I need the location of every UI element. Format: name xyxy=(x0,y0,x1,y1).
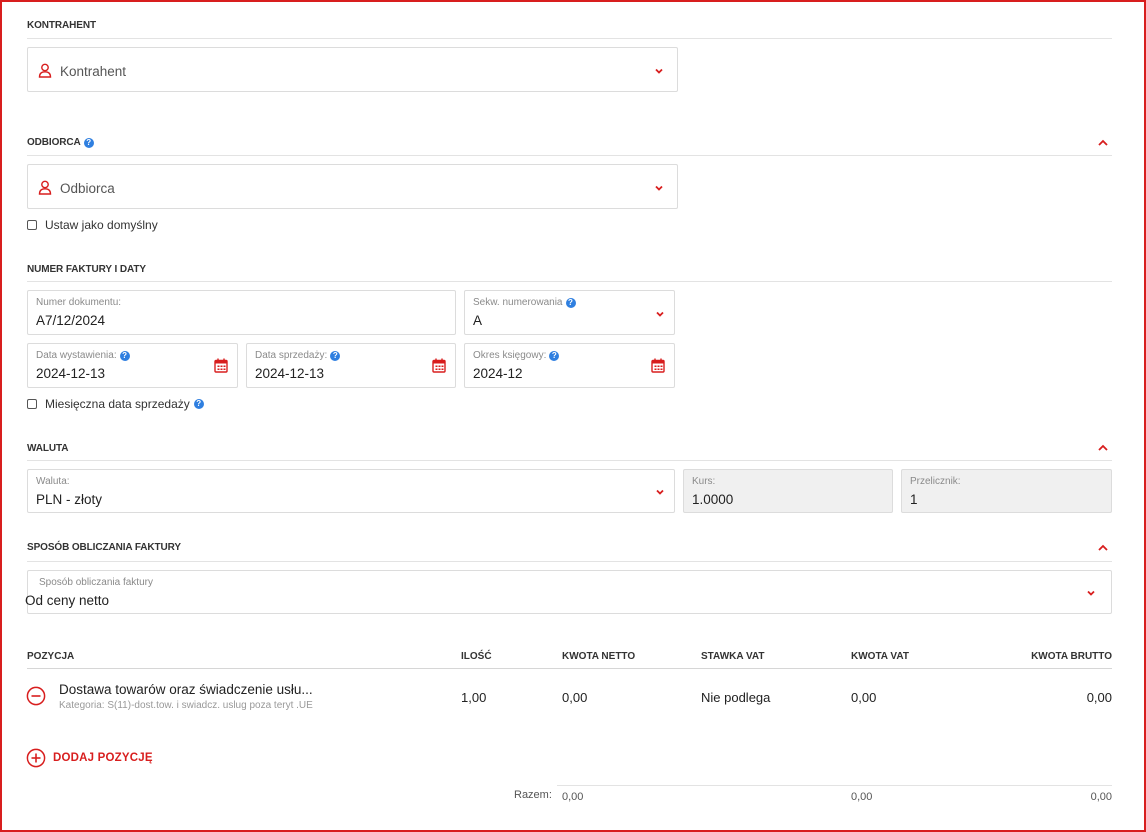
column-header-stawka: STAWKA VAT xyxy=(701,651,765,662)
chevron-down-icon[interactable] xyxy=(654,487,666,497)
okres-ksiegowy-label: Okres księgowy:? xyxy=(473,350,560,361)
data-wystawienia-field[interactable]: Data wystawienia:? 2024-12-13 xyxy=(27,343,238,388)
row-brutto: 0,00 xyxy=(1086,690,1112,705)
default-checkbox-label: Ustaw jako domyślny xyxy=(45,218,158,232)
kontrahent-placeholder: Kontrahent xyxy=(60,64,127,79)
divider xyxy=(27,460,1112,461)
table-row[interactable]: Dostawa towarów oraz świadczenie usłu...… xyxy=(0,672,1146,722)
row-netto: 0,00 xyxy=(562,690,588,705)
sposob-obliczania-select[interactable]: Sposób obliczania faktury Od ceny netto xyxy=(25,570,1112,614)
calendar-icon[interactable] xyxy=(214,358,228,373)
totals-label: Razem: xyxy=(514,789,552,801)
okres-ksiegowy-field[interactable]: Okres księgowy:? 2024-12 xyxy=(464,343,675,388)
odbiorca-select[interactable]: Odbiorca xyxy=(27,164,678,209)
section-title-kontrahent: KONTRAHENT xyxy=(27,20,96,31)
waluta-value: PLN - złoty xyxy=(36,492,103,507)
sposob-obliczania-value: Od ceny netto xyxy=(25,593,110,608)
person-icon xyxy=(38,63,52,78)
sekw-numerowania-value: A xyxy=(473,313,483,328)
przelicznik-value: 1 xyxy=(910,492,918,507)
chevron-up-icon[interactable] xyxy=(1097,543,1109,553)
chevron-up-icon[interactable] xyxy=(1097,138,1109,148)
row-stawka: Nie podlega xyxy=(701,690,771,705)
kurs-field: Kurs: 1.0000 xyxy=(683,469,893,513)
numer-dokumentu-field[interactable]: Numer dokumentu: A7/12/2024 xyxy=(27,290,456,335)
numer-dokumentu-value: A7/12/2024 xyxy=(36,313,106,328)
column-header-vat: KWOTA VAT xyxy=(851,651,909,662)
plus-circle-icon xyxy=(26,748,46,768)
column-header-netto: KWOTA NETTO xyxy=(562,651,636,662)
okres-ksiegowy-value: 2024-12 xyxy=(473,366,523,381)
section-title-sposob: SPOSÓB OBLICZANIA FAKTURY xyxy=(27,542,181,553)
data-wystawienia-label: Data wystawienia:? xyxy=(36,350,130,361)
kurs-value: 1.0000 xyxy=(692,492,734,507)
chevron-up-icon[interactable] xyxy=(1097,443,1109,453)
row-position-name[interactable]: Dostawa towarów oraz świadczenie usłu... xyxy=(59,682,313,697)
sekw-numerowania-select[interactable]: Sekw. numerowania? A xyxy=(464,290,675,335)
minus-circle-icon[interactable] xyxy=(26,686,46,706)
totals-brutto: 0,00 xyxy=(1090,791,1112,803)
data-wystawienia-value: 2024-12-13 xyxy=(36,366,106,381)
chevron-down-icon[interactable] xyxy=(1085,588,1097,598)
odbiorca-placeholder: Odbiorca xyxy=(60,181,115,196)
column-header-pozycja: POZYCJA xyxy=(27,651,75,662)
column-header-brutto: KWOTA BRUTTO xyxy=(1031,651,1112,662)
waluta-select[interactable]: Waluta: PLN - złoty xyxy=(27,469,675,513)
help-icon[interactable]: ? xyxy=(119,350,130,361)
divider xyxy=(27,38,1112,39)
data-sprzedazy-label: Data sprzedaży:? xyxy=(255,350,341,361)
waluta-label: Waluta: xyxy=(36,476,70,487)
divider xyxy=(27,668,1112,669)
section-title-odbiorca: ODBIORCA ? xyxy=(27,137,94,148)
numer-dokumentu-label: Numer dokumentu: xyxy=(36,297,122,308)
divider xyxy=(27,281,1112,282)
chevron-down-icon[interactable] xyxy=(653,183,665,193)
divider xyxy=(557,785,1112,786)
monthly-date-checkbox-label: Miesięczna data sprzedaży ? xyxy=(45,397,204,411)
help-icon[interactable]: ? xyxy=(565,297,576,308)
help-icon[interactable]: ? xyxy=(330,350,341,361)
section-title-waluta: WALUTA xyxy=(27,443,69,454)
calendar-icon[interactable] xyxy=(651,358,665,373)
help-icon[interactable]: ? xyxy=(193,399,204,409)
data-sprzedazy-field[interactable]: Data sprzedaży:? 2024-12-13 xyxy=(246,343,456,388)
kontrahent-select[interactable]: Kontrahent xyxy=(27,47,678,92)
row-position-category: Kategoria: S(11)-dost.tow. i swiadcz. us… xyxy=(59,700,313,711)
chevron-down-icon[interactable] xyxy=(654,309,666,319)
add-position-label: DODAJ POZYCJĘ xyxy=(53,752,153,764)
help-icon[interactable]: ? xyxy=(549,350,560,361)
data-sprzedazy-value: 2024-12-13 xyxy=(255,366,325,381)
totals-vat: 0,00 xyxy=(851,791,873,803)
przelicznik-field: Przelicznik: 1 xyxy=(901,469,1112,513)
person-icon xyxy=(38,180,52,195)
sekw-numerowania-label: Sekw. numerowania? xyxy=(473,297,576,308)
row-vat: 0,00 xyxy=(851,690,877,705)
column-header-ilosc: ILOŚĆ xyxy=(461,651,492,662)
default-checkbox[interactable] xyxy=(27,220,37,230)
kurs-label: Kurs: xyxy=(692,476,716,487)
monthly-date-checkbox[interactable] xyxy=(27,399,37,409)
sposob-obliczania-label: Sposób obliczania faktury xyxy=(39,577,153,588)
totals-netto: 0,00 xyxy=(562,791,584,803)
add-position-button[interactable]: DODAJ POZYCJĘ xyxy=(26,748,153,768)
help-icon[interactable]: ? xyxy=(83,137,94,148)
divider xyxy=(27,155,1112,156)
chevron-down-icon[interactable] xyxy=(653,66,665,76)
row-ilosc: 1,00 xyxy=(461,690,487,705)
calendar-icon[interactable] xyxy=(432,358,446,373)
section-title-numer: NUMER FAKTURY I DATY xyxy=(27,264,146,275)
przelicznik-label: Przelicznik: xyxy=(910,476,961,487)
divider xyxy=(27,561,1112,562)
